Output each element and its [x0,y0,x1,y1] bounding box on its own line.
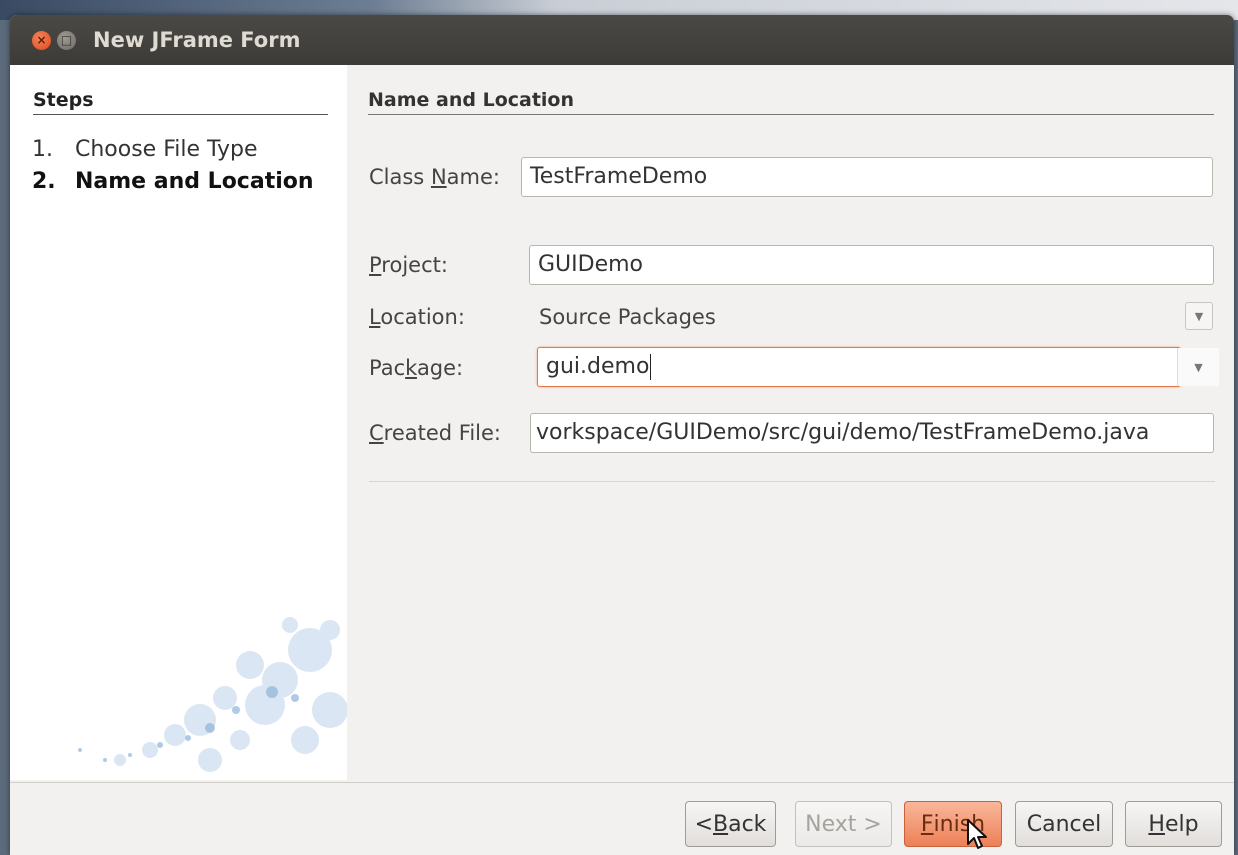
next-button[interactable]: Next > [795,801,892,847]
step-choose-file-type: 1. Choose File Type [32,137,258,162]
maximize-icon[interactable]: □ [57,30,76,50]
steps-heading: Steps [33,89,328,115]
cancel-button[interactable]: Cancel [1015,801,1113,847]
class-name-input[interactable]: TestFrameDemo [521,157,1213,197]
step-label: Choose File Type [75,137,258,162]
button-bar-divider [10,782,1234,783]
steps-panel: Steps 1. Choose File Type 2. Name and Loca… [10,65,347,780]
close-icon[interactable]: × [32,30,51,50]
class-name-label: Class Name: [369,165,500,189]
project-field[interactable]: GUIDemo [529,245,1214,285]
back-button[interactable]: < Back [685,801,776,847]
location-value[interactable]: Source Packages [539,305,716,329]
window-title: New JFrame Form [93,28,301,52]
text-caret [650,354,652,380]
dialog-window: × □ New JFrame Form Steps 1. Choose File … [10,15,1234,855]
title-bar[interactable]: × □ New JFrame Form [10,15,1234,65]
project-label: Project: [369,253,448,277]
form-separator [369,481,1215,482]
decorative-bubbles-image [78,617,347,772]
package-combo-input[interactable]: gui.demo [537,347,1181,387]
step-number: 1. [32,137,53,162]
step-name-and-location: 2. Name and Location [32,169,314,194]
created-file-label: Created File: [369,421,502,445]
step-label: Name and Location [75,169,314,194]
chevron-down-icon[interactable]: ▼ [1185,302,1213,330]
package-label: Package: [369,356,464,380]
created-file-field[interactable]: vorkspace/GUIDemo/src/gui/demo/TestFrame… [530,413,1214,453]
step-number: 2. [32,169,56,194]
mouse-pointer-icon [967,819,987,849]
chevron-down-icon[interactable]: ▼ [1177,348,1219,386]
help-button[interactable]: Help [1125,801,1222,847]
location-label: Location: [369,305,465,329]
form-panel: Name and Location Class Name: TestFrameD… [347,65,1234,780]
section-title: Name and Location [368,89,1214,115]
